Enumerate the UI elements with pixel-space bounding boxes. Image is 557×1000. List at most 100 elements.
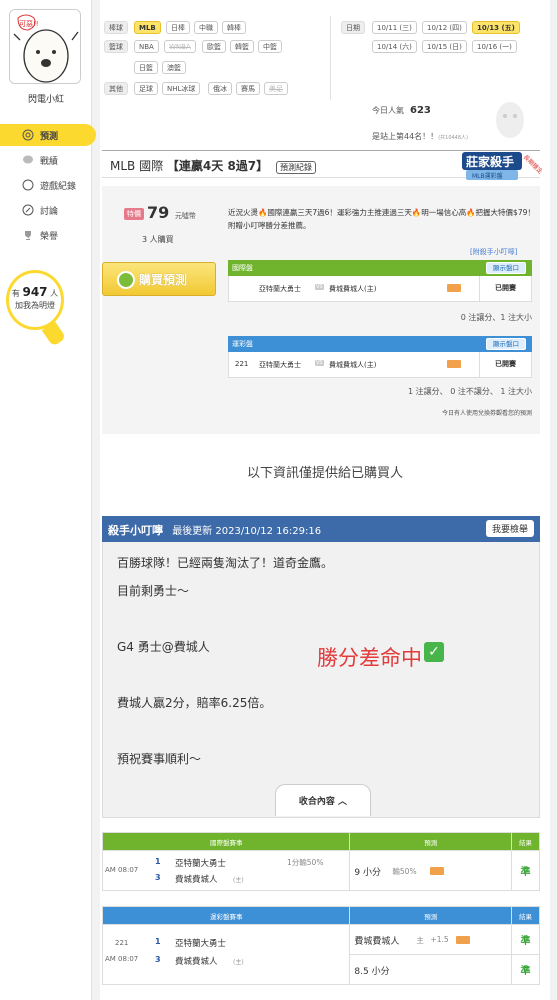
tip-line: 百勝球隊！已經兩隻淘汰了！道奇金鷹。 (117, 556, 334, 570)
filter-nba[interactable]: NBA (134, 40, 159, 53)
filter-jpn-baseball[interactable]: 日棒 (166, 21, 190, 34)
filter-nhl[interactable]: NHL冰球 (162, 82, 201, 95)
intl-game-row: 亞特蘭大勇士 VS 費城費城人(主) 已開賽 (228, 276, 532, 302)
vs-icon: VS (315, 360, 324, 366)
tip-line: 預祝賽事順利～ (117, 752, 202, 766)
collapse-content-button[interactable]: 收合內容 ︿ (275, 784, 371, 816)
home-team: 費城費城人 (175, 875, 218, 885)
killer-tip-body: 百勝球隊！已經兩隻淘汰了！道奇金鷹。 目前剩勇士～ G4 勇士@費城人 勝分差命… (102, 542, 540, 818)
clock-icon (22, 179, 34, 191)
date-1012[interactable]: 10/12 (四) (422, 21, 467, 34)
away-score: 1 (155, 937, 161, 946)
prediction-panel: 特價 79 元噓幣 3 人購買 購買預測 近況火燙🔥國際連贏三天7過6！運彩強力… (102, 186, 540, 434)
prediction-record-button[interactable]: 預測紀錄 (275, 161, 316, 174)
popularity: 今日人氣 623 (372, 105, 431, 116)
date-1013[interactable]: 10/13 (五) (472, 21, 520, 34)
filter-horse-racing[interactable]: 賽馬 (236, 82, 260, 95)
date-1011[interactable]: 10/11 (三) (372, 21, 417, 34)
nav-item-game-log[interactable]: 遊戲紀錄 (0, 174, 92, 196)
hit-text: 勝分差命中 (317, 646, 422, 670)
buy-button-label: 購買預測 (139, 272, 188, 287)
intl-result-table: 國際盤賽事 預測 結果 AM 08:07 1 亞特蘭大勇士 1分輸50% 3 費… (101, 832, 540, 891)
lottery-result-table: 運彩盤賽事 預測 結果 221 AM 08:07 1 亞特蘭大勇士 3 費城費城… (101, 906, 540, 985)
filter-aus-basketball[interactable]: 澳籃 (162, 61, 186, 74)
away-score: 1 (155, 857, 161, 866)
table-row: AM 08:07 1 亞特蘭大勇士 1分輸50% 3 費城費城人 (主) 9 小… (101, 850, 540, 891)
filter-euro-basketball[interactable]: 歐籃 (202, 40, 226, 53)
killer-tip-header: 殺手小叮嚀 最後更新 2023/10/12 16:29:16 我要檢舉 (102, 516, 540, 542)
killer-tip-link[interactable]: [附殺手小叮嚀] (470, 247, 517, 257)
filter-kbo[interactable]: 韓棒 (222, 21, 246, 34)
badge-icon: 莊家殺手 MLB運彩盤 長期穩定 (462, 152, 544, 180)
pick-marker-icon (456, 936, 471, 944)
away-team: 亞特蘭大勇士 (175, 859, 227, 869)
nav-item-honor[interactable]: 榮譽 (0, 224, 92, 246)
prediction-description: 近況火燙🔥國際連贏三天7過6！運彩強力主推連過三天🔥明一場信心高🔥把握大特價$7… (228, 208, 535, 230)
fans-text: 加我為明燈 (15, 301, 55, 310)
filter-korea-basketball[interactable]: 韓籃 (230, 40, 254, 53)
tip-line: G4 勇士@費城人 (117, 640, 210, 654)
discussion-icon (22, 204, 34, 216)
pick-cell: 8.5 小分 (349, 954, 513, 985)
filter-cpbl[interactable]: 中職 (194, 21, 218, 34)
intl-header-label: 國際盤 (232, 264, 253, 272)
voucher-note: 今日有人使用兌換券觀看您的預測 (441, 410, 532, 417)
fans-count: 947 (22, 285, 48, 299)
report-button[interactable]: 我要檢舉 (485, 520, 534, 537)
trophy-icon (25, 231, 31, 240)
filter-jpn-basketball[interactable]: 日籃 (134, 61, 158, 74)
date-1014[interactable]: 10/14 (六) (372, 40, 417, 53)
pick-extra: 輸50% (392, 867, 417, 876)
table-header-row: 運彩盤賽事 預測 結果 (101, 906, 540, 925)
filter-label-basketball: 籃球 (104, 40, 128, 53)
filter-soccer[interactable]: 足球 (134, 82, 158, 95)
show-odds-button[interactable]: 顯示盤口 (486, 262, 526, 274)
col-header: 預測 (349, 906, 513, 925)
popular-label: 今日人氣 (372, 106, 404, 115)
filter-mlb[interactable]: MLB (134, 21, 161, 34)
avatar[interactable]: 可惡!! (9, 9, 81, 84)
col-header: 結果 (511, 906, 540, 925)
buy-prediction-button[interactable]: 購買預測 (102, 262, 216, 296)
coin-icon (117, 271, 135, 289)
badge-sub: MLB運彩盤 (472, 172, 503, 180)
price: 79 元噓幣 (147, 203, 196, 222)
date-1016[interactable]: 10/16 (一) (472, 40, 517, 53)
mascot-watermark-icon (496, 102, 524, 138)
show-odds-button[interactable]: 顯示盤口 (486, 338, 526, 350)
site-rank: 是站上第44名！！(共10448人) (372, 131, 468, 142)
game-number: 221 (115, 939, 129, 947)
result-cell: 準 (511, 850, 540, 891)
game-status: 已開賽 (479, 352, 531, 377)
avatar-image: 可惡!! (10, 10, 80, 83)
league-name: MLB 國際 (110, 159, 164, 173)
away-team: 亞特蘭大勇士 (259, 285, 301, 293)
bookie-killer-badge: 莊家殺手 MLB運彩盤 長期穩定 (460, 146, 544, 186)
filter-label-other: 其他 (104, 82, 128, 95)
badge-title: 莊家殺手 (465, 154, 514, 169)
main-content: 棒球 MLB 日棒 中職 韓棒 籃球 NBA WNBA 歐籃 韓籃 中籃 日籃 … (100, 0, 550, 1000)
table-row: 221 AM 08:07 1 亞特蘭大勇士 3 費城費城人 (主) 費城費城人 … (101, 924, 540, 985)
date-1015[interactable]: 10/15 (日) (422, 40, 467, 53)
filter-khl[interactable]: 俄冰 (208, 82, 232, 95)
nav-label: 遊戲紀錄 (40, 181, 77, 192)
handicap-line: 1分輸50% (287, 858, 324, 867)
check-icon: ✓ (424, 642, 444, 662)
home-score: 3 (155, 955, 161, 964)
vs-icon: VS (315, 284, 324, 290)
badge-ribbon: 長期穩定 (522, 153, 542, 176)
result-cell: 準 (511, 924, 540, 955)
match-cell: 221 AM 08:07 1 亞特蘭大勇士 3 費城費城人 (主) (101, 924, 351, 985)
username: 閃電小紅 (27, 95, 64, 105)
target-icon (22, 129, 34, 141)
sidebar: 可惡!! 閃電小紅 預測 戰績 遊戲紀錄 討論 榮譽 有 947 人 加我為明燈 (0, 0, 96, 1000)
nav-item-predict[interactable]: 預測 (0, 124, 96, 146)
pick-marker-icon (447, 360, 461, 368)
nav-item-record[interactable]: 戰績 (0, 149, 92, 171)
lottery-game-row: 221 亞特蘭大勇士 VS 費城費城人(主) 已開賽 (228, 352, 532, 378)
chat-icon (23, 155, 33, 164)
nav-label: 討論 (40, 206, 59, 217)
nav-item-discussion[interactable]: 討論 (0, 199, 92, 221)
filter-china-basketball[interactable]: 中籃 (258, 40, 282, 53)
pick-marker-icon (447, 284, 461, 292)
